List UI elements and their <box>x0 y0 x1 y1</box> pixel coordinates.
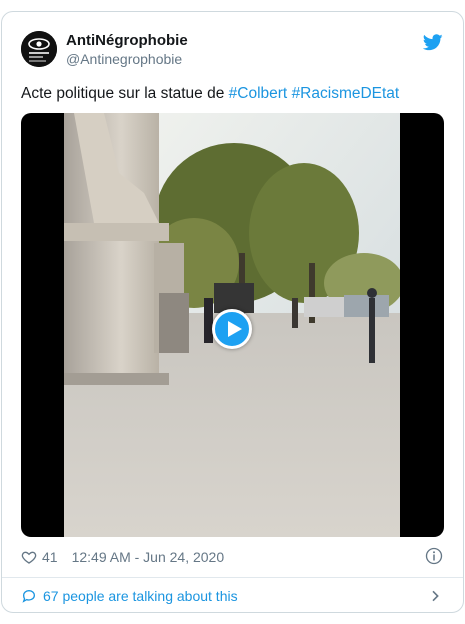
hashtag-racismedetat[interactable]: #RacismeDEtat <box>292 85 400 102</box>
tweet-header: AntiNégrophobie @Antinegrophobie <box>21 31 447 71</box>
timestamp[interactable]: 12:49 AM - Jun 24, 2020 <box>72 549 225 565</box>
conversation-link[interactable]: 67 people are talking about this <box>21 584 447 608</box>
avatar[interactable] <box>21 31 57 67</box>
play-icon[interactable] <box>212 309 252 349</box>
tweet-text: Acte politique sur la statue de #Colbert… <box>21 84 447 104</box>
tweet-text-prefix: Acte politique sur la statue de <box>21 85 229 102</box>
talking-text[interactable]: 67 people are talking about this <box>43 588 238 604</box>
author-names[interactable]: AntiNégrophobie @Antinegrophobie <box>66 32 188 68</box>
tweet-card[interactable]: AntiNégrophobie @Antinegrophobie Acte po… <box>1 11 464 613</box>
video-player[interactable] <box>21 113 444 537</box>
tweet-meta: 41 12:49 AM - Jun 24, 2020 <box>21 546 447 568</box>
handle[interactable]: @Antinegrophobie <box>66 50 188 68</box>
hashtag-colbert[interactable]: #Colbert <box>229 85 288 102</box>
divider <box>2 577 463 578</box>
comment-bubble-icon <box>22 589 36 603</box>
display-name[interactable]: AntiNégrophobie <box>66 32 188 50</box>
twitter-bird-icon[interactable] <box>423 34 443 51</box>
heart-icon[interactable] <box>21 549 37 565</box>
chevron-right-icon[interactable] <box>427 588 443 604</box>
info-icon[interactable] <box>425 547 443 565</box>
like-count[interactable]: 41 <box>42 549 58 565</box>
